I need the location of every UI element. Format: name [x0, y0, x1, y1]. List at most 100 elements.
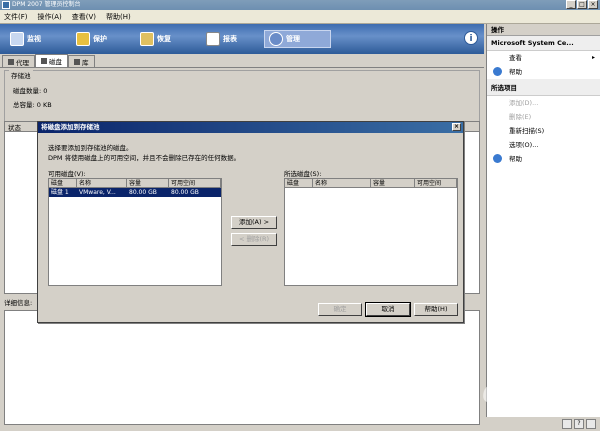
disk-icon — [41, 58, 47, 64]
tab-reports-label: 报表 — [223, 35, 237, 43]
window-titlebar: DPM 2007 管理员控制台 _ □ × — [0, 0, 600, 10]
col-free-space[interactable]: 可用空间 — [169, 179, 221, 187]
selected-disks-list[interactable]: 磁盘 名称 容量 可用空间 — [284, 178, 458, 286]
tab-recovery-label: 恢复 — [157, 35, 171, 43]
row-disk: 磁盘 1 — [51, 189, 69, 196]
col-name[interactable]: 名称 — [313, 179, 371, 187]
tab-reports[interactable]: 报表 — [206, 30, 237, 48]
dialog-note: DPM 将使用磁盘上的可用空间，并且不会删除已存在的任何数据。 — [48, 154, 241, 162]
tab-management-label: 管理 — [286, 35, 300, 43]
available-disks-list[interactable]: 磁盘 名称 容量 可用空间 磁盘 1 VMware, V... 80.00 GB… — [48, 178, 222, 286]
library-icon — [74, 58, 80, 65]
action-help[interactable]: 帮助 — [487, 152, 600, 166]
watermark-text: IT168 — [440, 380, 516, 408]
col-capacity[interactable]: 容量 — [371, 179, 415, 187]
selected-disks-header: 磁盘 名称 容量 可用空间 — [285, 179, 457, 188]
selected-disks-label: 所选磁盘(S): — [284, 170, 322, 178]
submenu-arrow-icon: ▸ — [591, 54, 595, 61]
actions-server-section: Microsoft System Ce... — [487, 36, 600, 51]
available-disks-label: 可用磁盘(V): — [48, 170, 86, 178]
subtab-libraries[interactable]: 库 — [68, 55, 95, 67]
menu-file[interactable]: 文件(F) — [4, 12, 28, 22]
actions-pane: 操作 Microsoft System Ce... 查看 ▸ 帮助 所选项目 添… — [486, 24, 600, 417]
ok-button[interactable]: 确定 — [318, 303, 362, 316]
status-icon-1[interactable] — [562, 419, 572, 429]
table-row[interactable]: 磁盘 1 VMware, V... 80.00 GB 80.00 GB — [49, 188, 221, 197]
action-help-label: 帮助 — [509, 155, 522, 163]
actions-header: 操作 — [487, 24, 600, 36]
action-view[interactable]: 查看 ▸ — [487, 51, 600, 65]
dialog-instruction: 选择要添加到存储池的磁盘。 — [48, 144, 133, 152]
action-rescan-label: 重新扫描(S) — [509, 127, 545, 135]
window-title: DPM 2007 管理员控制台 — [12, 1, 81, 8]
minimize-button[interactable]: _ — [566, 0, 576, 9]
subtab-disks[interactable]: 磁盘 — [35, 54, 68, 67]
row-free: 80.00 GB — [171, 189, 199, 196]
subtab-bar: 代理 磁盘 库 — [0, 54, 484, 68]
storage-pool-group: 存储池 磁盘数量: 0 总容量: 0 KB — [4, 70, 480, 126]
storage-pool-legend: 存储池 — [9, 70, 33, 80]
tab-management[interactable]: 管理 — [264, 30, 331, 48]
action-remove-label: 删除(E) — [509, 113, 532, 121]
help-icon — [493, 154, 502, 163]
action-help-top[interactable]: 帮助 — [487, 65, 600, 79]
col-disk[interactable]: 磁盘 — [285, 179, 313, 187]
disk-count: 磁盘数量: 0 — [13, 87, 48, 95]
total-capacity: 总容量: 0 KB — [13, 101, 52, 109]
col-free-space[interactable]: 可用空间 — [415, 179, 457, 187]
action-view-label: 查看 — [509, 54, 522, 62]
management-gear-icon — [269, 32, 283, 46]
action-remove[interactable]: 删除(E) — [487, 110, 600, 124]
status-icon-3[interactable] — [586, 419, 596, 429]
dialog-close-button[interactable]: × — [452, 123, 461, 131]
info-help-icon[interactable]: i — [464, 31, 478, 45]
tab-recovery[interactable]: 恢复 — [140, 30, 171, 48]
tab-protection-label: 保护 — [93, 35, 107, 43]
dialog-titlebar: 将磁盘添加到存储池 × — [38, 122, 463, 133]
selected-items-section: 所选项目 — [487, 79, 600, 96]
details-label: 详细信息: — [4, 299, 33, 307]
row-name: VMware, V... — [79, 189, 116, 196]
menu-help[interactable]: 帮助(H) — [106, 12, 131, 22]
subtab-agents[interactable]: 代理 — [2, 55, 35, 67]
subtab-libraries-label: 库 — [82, 58, 89, 67]
subtab-agents-label: 代理 — [16, 58, 29, 67]
maximize-button[interactable]: □ — [577, 0, 587, 9]
watermark-sub: .com — [515, 397, 532, 404]
action-rescan[interactable]: 重新扫描(S) — [487, 124, 600, 138]
close-window-button[interactable]: × — [588, 0, 598, 9]
monitor-icon — [10, 32, 24, 46]
tab-protection[interactable]: 保护 — [76, 30, 107, 48]
menu-view[interactable]: 查看(V) — [72, 12, 96, 22]
help-icon — [493, 67, 502, 76]
watermark-logo: IT168.com — [440, 380, 532, 408]
agent-icon — [8, 58, 14, 65]
add-disks-dialog: 将磁盘添加到存储池 × 选择要添加到存储池的磁盘。 DPM 将使用磁盘上的可用空… — [37, 121, 464, 323]
status-bar: ? — [486, 417, 600, 431]
menu-action[interactable]: 操作(A) — [38, 12, 62, 22]
menu-bar: 文件(F) 操作(A) 查看(V) 帮助(H) — [0, 10, 600, 24]
available-disks-header: 磁盘 名称 容量 可用空间 — [49, 179, 221, 188]
app-icon — [2, 1, 10, 9]
remove-disk-button[interactable]: < 删除(R) — [231, 233, 277, 246]
action-add-label: 添加(D)... — [509, 99, 539, 107]
add-disk-button[interactable]: 添加(A) > — [231, 216, 277, 229]
col-disk[interactable]: 磁盘 — [49, 179, 77, 187]
navigation-bar: 监视 保护 恢复 报表 管理 i — [0, 24, 484, 54]
cancel-button[interactable]: 取消 — [365, 302, 411, 317]
action-add[interactable]: 添加(D)... — [487, 96, 600, 110]
action-help-top-label: 帮助 — [509, 68, 522, 76]
dialog-title: 将磁盘添加到存储池 — [41, 123, 100, 131]
status-help-icon[interactable]: ? — [574, 419, 584, 429]
subtab-disks-label: 磁盘 — [49, 58, 62, 66]
row-capacity: 80.00 GB — [129, 189, 157, 196]
recovery-folder-icon — [140, 32, 154, 46]
action-options-label: 选项(O)... — [509, 141, 539, 149]
dialog-help-button[interactable]: 帮助(H) — [414, 303, 458, 316]
col-name[interactable]: 名称 — [77, 179, 127, 187]
report-icon — [206, 32, 220, 46]
action-options[interactable]: 选项(O)... — [487, 138, 600, 152]
protection-lock-icon — [76, 32, 90, 46]
tab-monitor[interactable]: 监视 — [10, 30, 41, 48]
col-capacity[interactable]: 容量 — [127, 179, 169, 187]
